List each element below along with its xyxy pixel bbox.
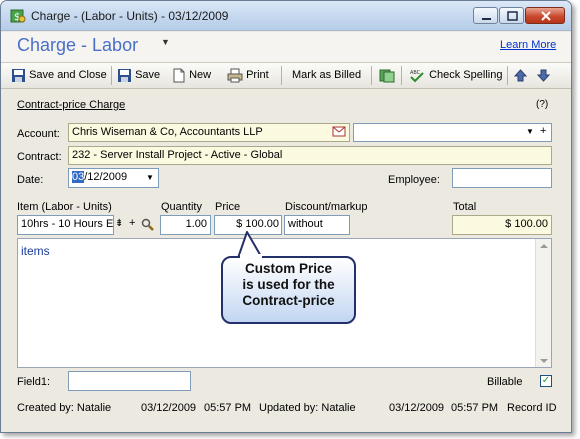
callout-pointer-cover [240,254,262,260]
callout-line-3: Contract-price [242,293,335,308]
annotation-callout: Custom Price is used for the Contract-pr… [221,256,356,324]
callout-pointer [237,231,263,259]
callout-line-1: Custom Price [244,261,333,276]
callout-line-2: is used for the [242,277,335,292]
